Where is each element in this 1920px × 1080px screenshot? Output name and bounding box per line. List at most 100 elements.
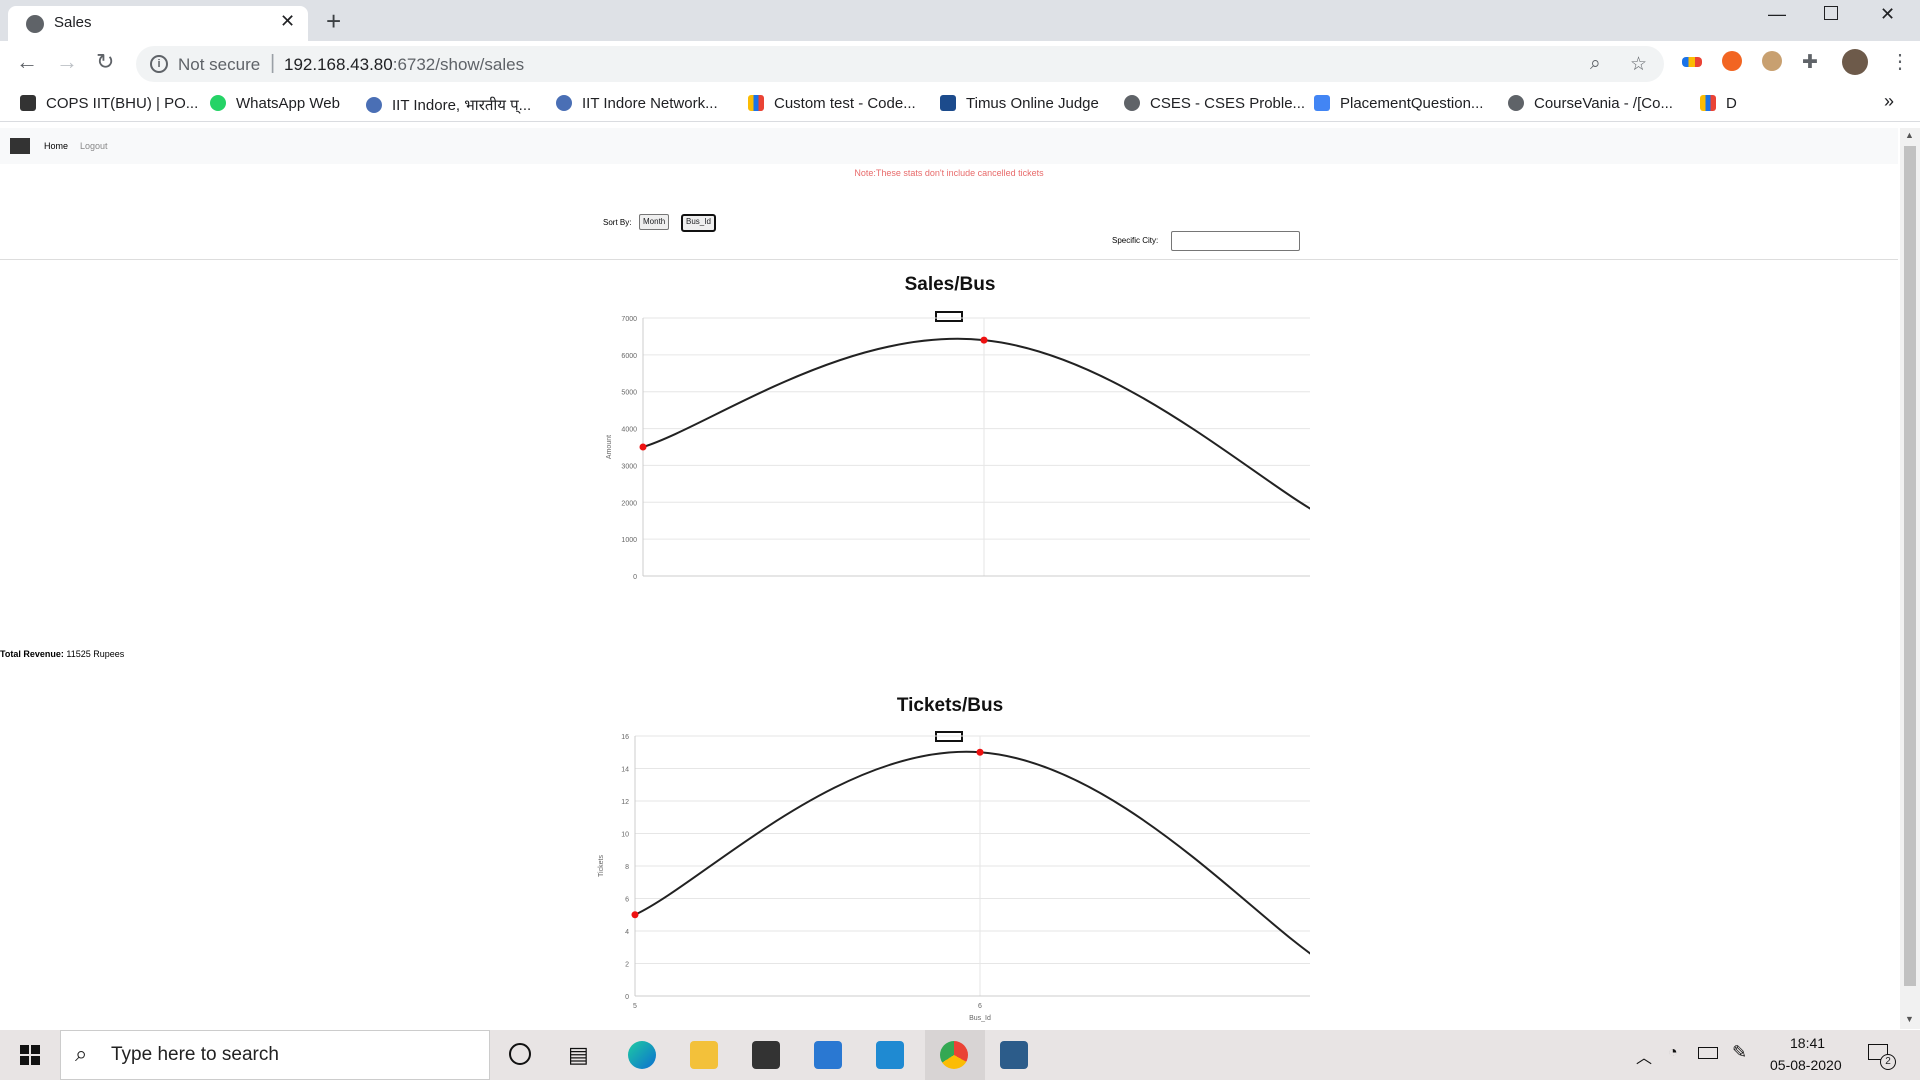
tab-strip: Sales ✕ + — ✕ — [0, 0, 1920, 41]
mail-icon[interactable] — [814, 1041, 842, 1069]
address-bar[interactable]: i Not secure | 192.168.43.80:6732/show/s… — [136, 46, 1664, 82]
divider — [0, 259, 1898, 260]
clock-time[interactable]: 18:41 — [1790, 1035, 1825, 1051]
bookmark-item[interactable]: IIT Indore Network... — [556, 95, 718, 112]
task-view-icon[interactable]: ▤ — [568, 1042, 589, 1068]
bookmark-item[interactable]: CSES - CSES Proble... — [1124, 95, 1305, 112]
clock-date[interactable]: 05-08-2020 — [1770, 1057, 1842, 1073]
edge-icon[interactable] — [628, 1041, 656, 1069]
extension-icon[interactable] — [1762, 51, 1782, 71]
page-content: Home Logout Note:These stats don't inclu… — [0, 128, 1898, 1029]
scrollbar-thumb[interactable] — [1904, 146, 1916, 986]
url-text: 192.168.43.80:6732/show/sales — [284, 55, 524, 75]
bookmark-item[interactable]: PlacementQuestion... — [1314, 95, 1483, 112]
bookmark-label: IIT Indore Network... — [582, 95, 718, 112]
series-line — [634, 750, 1310, 955]
bookmark-label: Timus Online Judge — [966, 95, 1099, 112]
vscode-icon[interactable] — [876, 1041, 904, 1069]
wifi-icon[interactable]: ◔ — [1668, 1044, 1678, 1062]
bookmark-item[interactable]: COPS IIT(BHU) | PO... — [20, 95, 198, 112]
windows-taskbar: ⌕ Type here to search ▤ ︿ ◔ ✎ 18:41 05-0… — [0, 1030, 1920, 1080]
y-tick-label: 6000 — [621, 353, 637, 360]
mysql-workbench-icon[interactable] — [1000, 1041, 1028, 1069]
x-tick-label: 6 — [978, 1003, 982, 1010]
total-revenue-value: 11525 Rupees — [66, 649, 125, 659]
total-revenue: Total Revenue: 11525 Rupees — [0, 649, 124, 659]
store-icon[interactable] — [752, 1041, 780, 1069]
new-tab-icon[interactable]: + — [326, 6, 341, 37]
extension-icon[interactable] — [1682, 57, 1702, 67]
specific-city-input[interactable] — [1171, 231, 1300, 251]
close-tab-icon[interactable]: ✕ — [280, 11, 295, 32]
bookmark-star-icon[interactable]: ☆ — [1630, 53, 1647, 76]
site-navbar: Home Logout — [0, 128, 1898, 164]
bookmark-label: CourseVania - /[Co... — [1534, 95, 1673, 112]
sort-bus-id-button[interactable]: Bus_Id — [681, 214, 716, 232]
y-tick-label: 2000 — [621, 500, 637, 507]
chrome-icon[interactable] — [940, 1041, 968, 1069]
y-tick-label: 10 — [621, 832, 629, 839]
close-window-icon[interactable]: ✕ — [1880, 4, 1895, 25]
sales-bus-chart: 01000200030004000500060007000567Bus_IdAm… — [606, 316, 1310, 580]
tab-title: Sales — [54, 14, 92, 31]
docs-icon — [1314, 95, 1330, 111]
file-explorer-icon[interactable] — [690, 1041, 718, 1069]
brand-logo[interactable] — [10, 138, 30, 154]
data-point — [631, 911, 639, 919]
url-host: 192.168.43.80 — [284, 55, 393, 74]
more-bookmarks-icon[interactable]: » — [1884, 91, 1894, 112]
chevron-up-icon[interactable]: ︿ — [1636, 1044, 1652, 1068]
whatsapp-icon — [210, 95, 226, 111]
bookmark-item[interactable]: CourseVania - /[Co... — [1508, 95, 1673, 112]
y-tick-label: 2 — [625, 962, 629, 969]
y-axis-label: Amount — [606, 435, 613, 459]
bookmark-label: PlacementQuestion... — [1340, 95, 1484, 112]
y-tick-label: 1000 — [621, 537, 637, 544]
y-tick-label: 4000 — [621, 427, 637, 434]
x-axis-label: Bus_Id — [969, 1015, 991, 1022]
bookmark-item[interactable]: WhatsApp Web — [210, 95, 340, 112]
codeforces-icon — [1700, 95, 1716, 111]
nav-home-link[interactable]: Home — [44, 141, 68, 151]
extension-icon[interactable] — [1722, 51, 1742, 71]
codeforces-icon — [748, 95, 764, 111]
bookmarks-bar: COPS IIT(BHU) | PO... WhatsApp Web IIT I… — [0, 87, 1920, 122]
iit-indore-icon — [556, 95, 572, 111]
taskbar-search[interactable]: ⌕ Type here to search — [60, 1030, 490, 1080]
bookmark-item[interactable]: Timus Online Judge — [940, 95, 1099, 112]
restore-icon[interactable] — [1824, 6, 1838, 20]
bookmark-label: COPS IIT(BHU) | PO... — [46, 95, 199, 112]
minimize-icon[interactable]: — — [1768, 4, 1786, 25]
pen-icon[interactable]: ✎ — [1732, 1042, 1747, 1063]
stats-note: Note:These stats don't include cancelled… — [854, 168, 1044, 178]
bookmark-item[interactable]: D — [1700, 95, 1737, 112]
windows-start-icon[interactable] — [20, 1045, 40, 1065]
zoom-icon[interactable]: ⌕ — [1590, 53, 1601, 75]
browser-toolbar: ← → ↻ i Not secure | 192.168.43.80:6732/… — [0, 41, 1920, 87]
forward-icon[interactable]: → — [56, 49, 78, 75]
reload-icon[interactable]: ↻ — [96, 49, 114, 75]
nav-logout-link[interactable]: Logout — [80, 141, 108, 151]
avatar[interactable] — [1842, 49, 1868, 75]
battery-icon[interactable] — [1698, 1047, 1718, 1059]
y-tick-label: 12 — [621, 799, 629, 806]
security-label: Not secure — [178, 55, 261, 74]
bookmark-item[interactable]: IIT Indore, भारतीय प्... — [366, 95, 531, 115]
puzzle-icon[interactable]: ✚ — [1802, 51, 1818, 74]
scroll-down-icon[interactable]: ▼ — [1905, 1014, 1914, 1024]
vertical-scrollbar[interactable]: ▲ ▼ — [1900, 128, 1920, 1029]
bookmark-label: D — [1726, 95, 1737, 112]
cortana-icon[interactable] — [509, 1043, 531, 1065]
timus-icon — [940, 95, 956, 111]
back-icon[interactable]: ← — [16, 49, 38, 75]
menu-icon[interactable]: ⋮ — [1890, 49, 1910, 74]
sort-month-button[interactable]: Month — [639, 214, 670, 230]
info-icon[interactable]: i — [150, 55, 168, 73]
cops-icon — [20, 95, 36, 111]
y-tick-label: 0 — [625, 994, 629, 1001]
y-tick-label: 3000 — [621, 463, 637, 470]
bookmark-item[interactable]: Custom test - Code... — [748, 95, 916, 112]
globe-icon — [1508, 95, 1524, 111]
scroll-up-icon[interactable]: ▲ — [1905, 130, 1914, 140]
tab-sales[interactable]: Sales ✕ — [8, 6, 308, 41]
